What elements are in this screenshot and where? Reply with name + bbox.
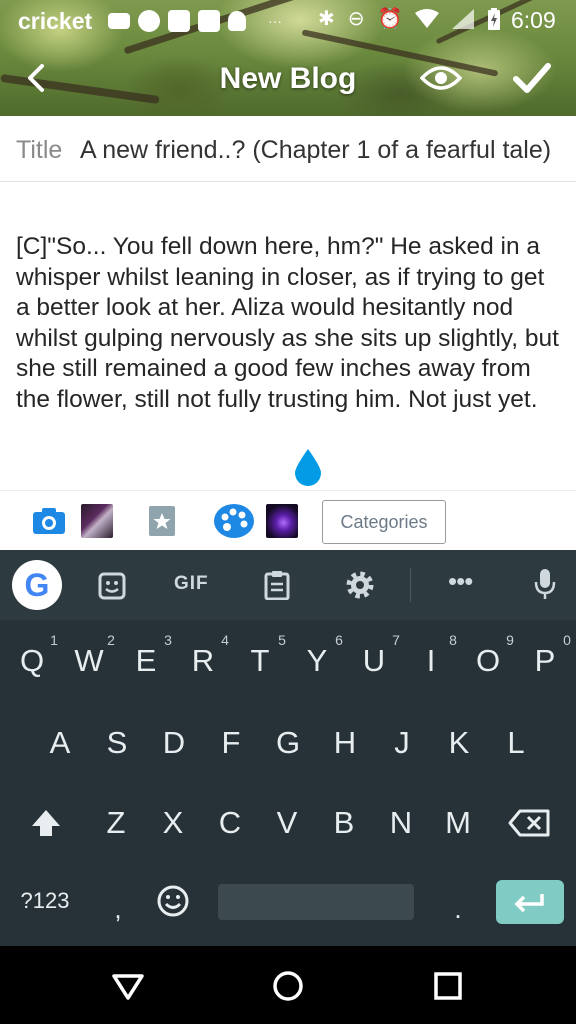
categories-button[interactable]: Categories bbox=[322, 500, 446, 544]
key-hint-9: 9 bbox=[506, 632, 514, 648]
palette-button[interactable] bbox=[213, 503, 255, 544]
header-background: cricket ··· ✱ ⊖ ⏰ 6:09 New Blog bbox=[0, 0, 576, 116]
shift-key[interactable] bbox=[22, 798, 70, 848]
symbols-key[interactable]: ?123 bbox=[6, 876, 84, 926]
more-dots-icon: ··· bbox=[268, 13, 282, 29]
key-hint-5: 5 bbox=[278, 632, 286, 648]
google-search-button[interactable]: G bbox=[12, 560, 62, 610]
app-bar: New Blog bbox=[0, 44, 576, 114]
image-thumbnail[interactable] bbox=[81, 504, 113, 538]
system-icons: ✱ ⊖ ⏰ bbox=[318, 6, 501, 32]
key-s[interactable]: S bbox=[93, 718, 141, 768]
google-logo-icon: G bbox=[24, 566, 50, 603]
key-hint-8: 8 bbox=[449, 632, 457, 648]
snapchat-icon bbox=[228, 11, 246, 31]
amino-icon bbox=[198, 10, 220, 32]
check-icon bbox=[513, 63, 551, 93]
sticker-icon bbox=[149, 506, 175, 536]
page-title: New Blog bbox=[219, 62, 357, 95]
camera-button[interactable] bbox=[32, 507, 66, 540]
key-hint-0: 0 bbox=[563, 632, 571, 648]
key-hint-6: 6 bbox=[335, 632, 343, 648]
messenger-icon bbox=[138, 10, 160, 32]
key-j[interactable]: J bbox=[378, 718, 426, 768]
comma-key[interactable]: , bbox=[94, 884, 142, 934]
key-a[interactable]: A bbox=[36, 718, 84, 768]
key-hint-4: 4 bbox=[221, 632, 229, 648]
submit-button[interactable] bbox=[510, 58, 554, 98]
clipboard-icon[interactable] bbox=[264, 570, 290, 600]
key-g[interactable]: G bbox=[264, 718, 312, 768]
toolbar-divider bbox=[410, 568, 411, 602]
key-h[interactable]: H bbox=[321, 718, 369, 768]
battery-charging-icon bbox=[488, 8, 501, 30]
preview-button[interactable] bbox=[419, 62, 463, 94]
text-cursor-handle-icon[interactable] bbox=[291, 447, 325, 487]
recents-square-icon[interactable] bbox=[430, 968, 466, 1004]
notification-icons: ··· bbox=[108, 8, 282, 34]
clock: 6:09 bbox=[511, 7, 556, 33]
space-key[interactable] bbox=[218, 884, 414, 920]
wifi-icon bbox=[415, 9, 440, 28]
sticker-button[interactable] bbox=[148, 505, 176, 542]
key-k[interactable]: K bbox=[435, 718, 483, 768]
home-circle-icon[interactable] bbox=[270, 968, 306, 1004]
key-z[interactable]: Z bbox=[92, 798, 140, 848]
key-x[interactable]: X bbox=[149, 798, 197, 848]
bluetooth-icon: ✱ bbox=[318, 8, 335, 30]
key-hint-2: 2 bbox=[107, 632, 115, 648]
emoji-key[interactable] bbox=[150, 876, 196, 926]
eye-icon bbox=[419, 66, 463, 90]
sticker-button[interactable] bbox=[98, 572, 126, 600]
key-hint-7: 7 bbox=[392, 632, 400, 648]
key-d[interactable]: D bbox=[150, 718, 198, 768]
palette-icon bbox=[214, 504, 254, 538]
key-hint-3: 3 bbox=[164, 632, 172, 648]
settings-gear-icon[interactable] bbox=[345, 570, 375, 600]
back-triangle-icon[interactable] bbox=[110, 968, 146, 1004]
dnd-icon: ⊖ bbox=[347, 8, 365, 30]
key-b[interactable]: B bbox=[320, 798, 368, 848]
title-label: Title bbox=[16, 136, 63, 164]
key-m[interactable]: M bbox=[434, 798, 482, 848]
more-options-icon[interactable]: ••• bbox=[448, 566, 473, 597]
carrier-label: cricket bbox=[18, 8, 93, 34]
key-n[interactable]: N bbox=[377, 798, 425, 848]
title-input[interactable]: A new friend..? (Chapter 1 of a fearful … bbox=[80, 136, 551, 165]
enter-arrow-icon bbox=[514, 894, 544, 913]
period-key[interactable]: . bbox=[434, 884, 482, 934]
key-hint-1: 1 bbox=[50, 632, 58, 648]
enter-key[interactable] bbox=[496, 880, 564, 924]
navigation-bar bbox=[0, 946, 576, 1024]
key-v[interactable]: V bbox=[263, 798, 311, 848]
gif-button[interactable]: GIF bbox=[174, 573, 209, 595]
body-text-editor[interactable]: [C]"So... You fell down here, hm?" He as… bbox=[16, 232, 564, 415]
status-bar: cricket ··· ✱ ⊖ ⏰ 6:09 bbox=[0, 0, 576, 40]
key-f[interactable]: F bbox=[207, 718, 255, 768]
background-thumbnail[interactable] bbox=[266, 504, 298, 538]
sms-icon bbox=[168, 10, 190, 32]
keyboard: G GIF ••• Q1W2E3R4T5Y6U7I8O9P0 ASDFGHJKL… bbox=[0, 550, 576, 946]
microphone-icon[interactable] bbox=[534, 568, 556, 600]
key-c[interactable]: C bbox=[206, 798, 254, 848]
backspace-key[interactable] bbox=[506, 798, 556, 848]
keyboard-toolbar: G GIF ••• bbox=[0, 550, 576, 620]
camera-icon bbox=[33, 508, 65, 534]
signal-icon bbox=[452, 9, 475, 29]
alarm-icon: ⏰ bbox=[377, 8, 403, 30]
editor-toolbar: Categories bbox=[0, 490, 576, 550]
voicemail-icon bbox=[108, 13, 130, 29]
key-l[interactable]: L bbox=[492, 718, 540, 768]
title-field[interactable]: Title A new friend..? (Chapter 1 of a fe… bbox=[0, 116, 576, 182]
